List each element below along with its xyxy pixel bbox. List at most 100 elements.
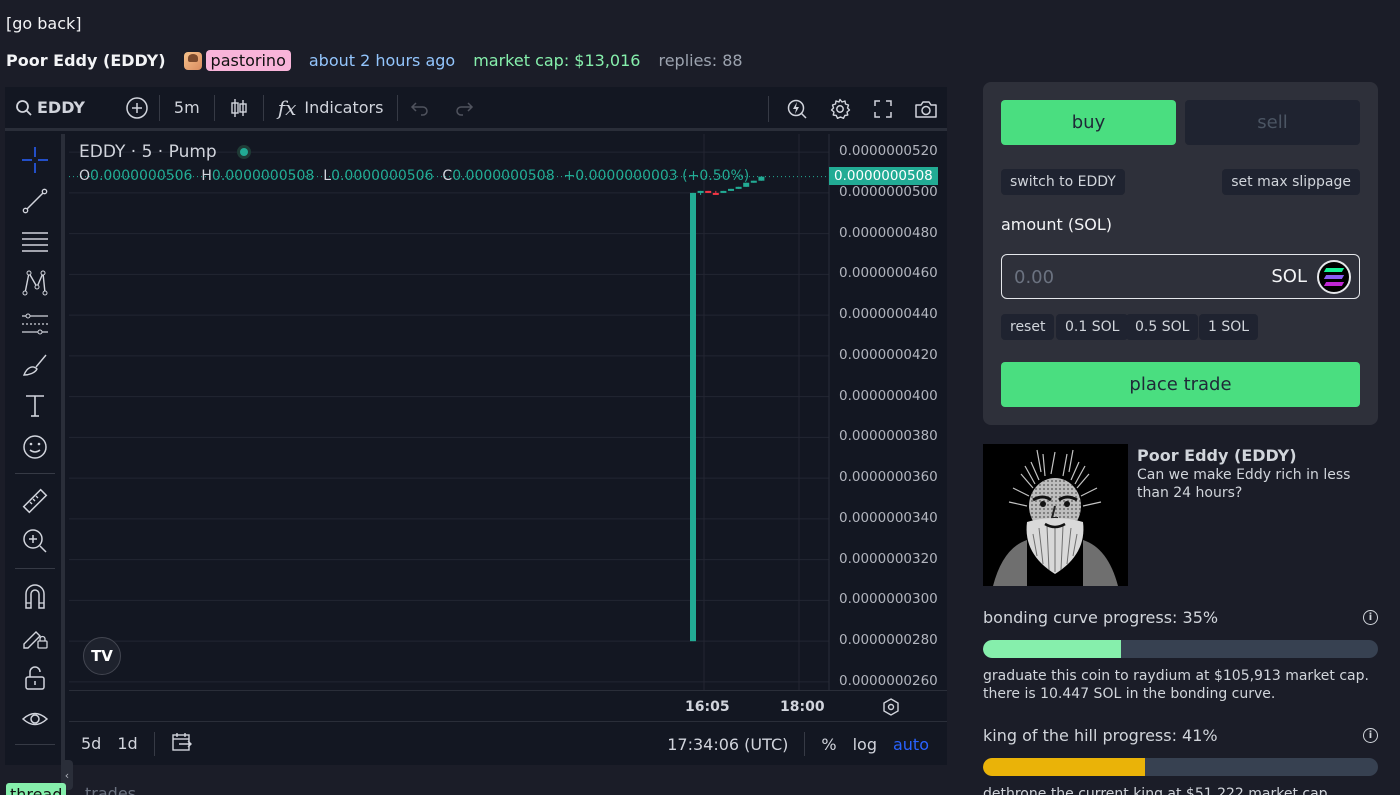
coin-image [983, 444, 1128, 586]
undo-icon [411, 101, 429, 116]
auto-toggle[interactable]: auto [885, 735, 937, 754]
coin-title: Poor Eddy (EDDY) [1137, 446, 1297, 465]
ohlc-open: 0.0000000506 [90, 168, 193, 184]
ohlc-c-label: C [442, 168, 453, 184]
drawing-toolbar [5, 134, 65, 765]
time-axis[interactable]: 16:05 18:00 [69, 690, 947, 721]
koth-info-line1: dethrone the current king at $51,222 mar… [983, 786, 1333, 795]
log-toggle[interactable]: log [845, 735, 885, 754]
place-trade-button[interactable]: place trade [1001, 362, 1360, 407]
quick-search-button[interactable] [775, 87, 818, 131]
compare-button[interactable] [115, 87, 159, 128]
candles-icon [230, 98, 247, 117]
price-tick: 0.0000000400 [839, 387, 938, 404]
lock-drawings-tool[interactable] [19, 621, 51, 653]
utc-clock[interactable]: 17:34:06 (UTC) [659, 735, 796, 754]
amount-field[interactable]: SOL [1001, 254, 1360, 299]
koth-section: king of the hill progress: 41% i dethron… [983, 726, 1378, 795]
go-back-link[interactable]: [go back] [6, 14, 82, 33]
symbol-search[interactable]: EDDY [5, 87, 95, 128]
fib-lines-icon [22, 232, 48, 252]
zoom-tool[interactable] [19, 525, 51, 557]
plus-circle-icon [126, 96, 148, 119]
amount-input[interactable] [1014, 265, 1234, 289]
candle-body [697, 190, 704, 193]
bar-divider [804, 732, 806, 756]
prediction-tool[interactable] [19, 308, 51, 340]
interval-button[interactable]: 5m [160, 87, 214, 128]
bar-divider [153, 731, 155, 756]
fullscreen-button[interactable] [861, 87, 904, 131]
search-icon [16, 99, 32, 116]
pattern-tool[interactable] [19, 267, 51, 299]
symbol-label: EDDY [37, 98, 85, 117]
unlock-icon [25, 666, 45, 690]
range-1d[interactable]: 1d [109, 734, 145, 753]
tool-divider [15, 568, 55, 569]
tab-thread[interactable]: thread [6, 783, 67, 795]
settings-button[interactable] [818, 87, 861, 131]
quick-amount-1-button[interactable]: 1 SOL [1199, 314, 1259, 340]
pencil-lock-icon [23, 631, 48, 649]
buy-tab[interactable]: buy [1001, 100, 1176, 145]
bearded-face-image [983, 444, 1128, 586]
market-cap: market cap: $13,016 [473, 51, 641, 70]
axis-settings-button[interactable] [881, 697, 901, 721]
quick-amount-0-1-button[interactable]: 0.1 SOL [1056, 314, 1129, 340]
coin-header: Poor Eddy (EDDY) pastorino about 2 hours… [6, 50, 743, 71]
tool-divider [15, 473, 55, 474]
created-time: about 2 hours ago [308, 51, 456, 70]
tradingview-logo[interactable]: TV [83, 637, 121, 675]
lock-tool[interactable] [19, 662, 51, 694]
koth-progress-fill [983, 758, 1145, 776]
creator-badge[interactable]: pastorino [205, 50, 291, 71]
sell-tab[interactable]: sell [1185, 100, 1360, 145]
chart-canvas [69, 134, 830, 690]
price-tick: 0.0000000380 [839, 428, 938, 445]
tab-trades[interactable]: trades [85, 784, 136, 795]
visibility-tool[interactable] [19, 703, 51, 735]
max-slippage-button[interactable]: set max slippage [1222, 169, 1360, 195]
pattern-icon [22, 270, 48, 296]
chart-type-button[interactable] [215, 87, 263, 128]
trend-line-tool[interactable] [19, 185, 51, 217]
calendar-icon [171, 732, 192, 751]
crosshair-tool[interactable] [19, 144, 51, 176]
go-to-date-button[interactable] [163, 732, 201, 756]
toolbar-right [768, 87, 947, 131]
screenshot-button[interactable] [904, 87, 947, 131]
text-tool[interactable] [19, 390, 51, 422]
legend-symbol: EDDY · 5 · Pump [79, 142, 217, 162]
undo-button[interactable] [398, 87, 442, 128]
switch-currency-button[interactable]: switch to EDDY [1001, 169, 1125, 195]
info-icon[interactable]: i [1363, 728, 1378, 743]
avatar [183, 51, 202, 70]
tool-divider [15, 744, 55, 745]
magnet-icon [25, 584, 45, 609]
price-tick: 0.0000000260 [839, 672, 938, 689]
ohlc-low: 0.0000000506 [331, 168, 434, 184]
measure-tool[interactable] [19, 485, 51, 517]
indicators-button[interactable]: fx Indicators [264, 87, 398, 128]
candle-body [712, 192, 719, 195]
price-tick: 0.0000000480 [839, 224, 938, 241]
brush-icon [22, 354, 47, 376]
quick-amount-0-5-button[interactable]: 0.5 SOL [1126, 314, 1199, 340]
bonding-progress-label: bonding curve progress: 35% [983, 608, 1219, 627]
reset-amount-button[interactable]: reset [1001, 314, 1055, 340]
replies-count: replies: 88 [658, 51, 743, 70]
redo-icon [456, 101, 474, 116]
range-5d[interactable]: 5d [73, 734, 109, 753]
brush-tool[interactable] [19, 349, 51, 381]
trade-panel: buy sell switch to EDDY set max slippage… [983, 82, 1378, 425]
percent-toggle[interactable]: % [813, 735, 844, 754]
redo-button[interactable] [442, 87, 486, 128]
emoji-tool[interactable] [19, 431, 51, 463]
magnet-tool[interactable] [19, 580, 51, 612]
info-icon[interactable]: i [1363, 610, 1378, 625]
ohlc-l-label: L [323, 168, 332, 184]
horizontal-lines-tool[interactable] [19, 226, 51, 258]
price-tick: 0.0000000460 [839, 265, 938, 282]
price-chart[interactable]: EDDY · 5 · Pump O0.0000000506 H0.0000000… [69, 134, 947, 690]
bonding-info-line1: graduate this coin to raydium at $105,91… [983, 668, 1369, 684]
